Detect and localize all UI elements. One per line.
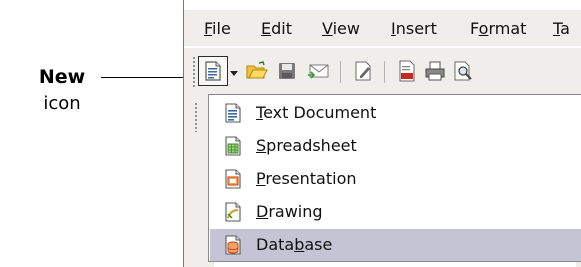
new-document-menu: Text Document Spreadsheet Presentation D… [208,94,581,262]
email-icon [308,64,329,79]
callout-pointer-line [101,77,189,78]
menu-item-database[interactable]: Database [210,229,581,261]
database-icon [225,235,241,255]
email-button[interactable] [306,58,332,84]
menu-item-text-document[interactable]: Text Document [210,97,581,129]
standard-toolbar [184,48,581,94]
callout-subtitle: icon [43,93,81,114]
menu-view[interactable]: View [322,19,360,38]
spreadsheet-icon [225,136,241,156]
toolbar-separator [384,61,385,83]
menu-insert[interactable]: Insert [391,19,437,38]
menu-item-label: Presentation [256,169,357,188]
new-button[interactable] [198,56,228,86]
menu-edit[interactable]: Edit [261,19,292,38]
menu-bar: File Edit View Insert Format Ta [184,10,581,46]
menu-item-label: Drawing [256,202,323,221]
menu-item-drawing[interactable]: Drawing [210,196,581,228]
export-pdf-icon [399,60,415,82]
menu-format[interactable]: Format [470,19,526,38]
menu-file[interactable]: File [204,19,231,38]
save-icon [279,63,295,79]
dropdown-arrow-icon [230,71,238,76]
menu-item-label: Database [256,235,333,254]
menu-table[interactable]: Ta [553,19,570,38]
callout-title: New [38,66,86,88]
open-folder-icon [246,61,268,79]
drawing-icon [225,202,241,222]
edit-file-button[interactable] [350,58,376,84]
toolbar-grip-icon[interactable] [192,56,196,88]
menu-item-label: Text Document [256,103,377,122]
panel-grip-icon[interactable] [194,102,198,132]
export-pdf-button[interactable] [394,58,420,84]
edit-file-icon [355,61,371,81]
save-button[interactable] [274,58,300,84]
open-button[interactable] [244,58,270,84]
print-icon [425,61,445,81]
page-preview-button[interactable] [450,58,476,84]
page-preview-icon [454,61,472,81]
new-icon [205,61,221,81]
print-button[interactable] [422,58,448,84]
text-document-icon [225,103,241,123]
menu-item-spreadsheet[interactable]: Spreadsheet [210,130,581,162]
new-dropdown-button[interactable] [228,65,240,83]
presentation-icon [225,169,241,189]
toolbar-separator [340,61,341,83]
application-window: File Edit View Insert Format Ta Text Doc… [183,0,581,267]
menu-item-presentation[interactable]: Presentation [210,163,581,195]
menu-item-label: Spreadsheet [256,136,357,155]
